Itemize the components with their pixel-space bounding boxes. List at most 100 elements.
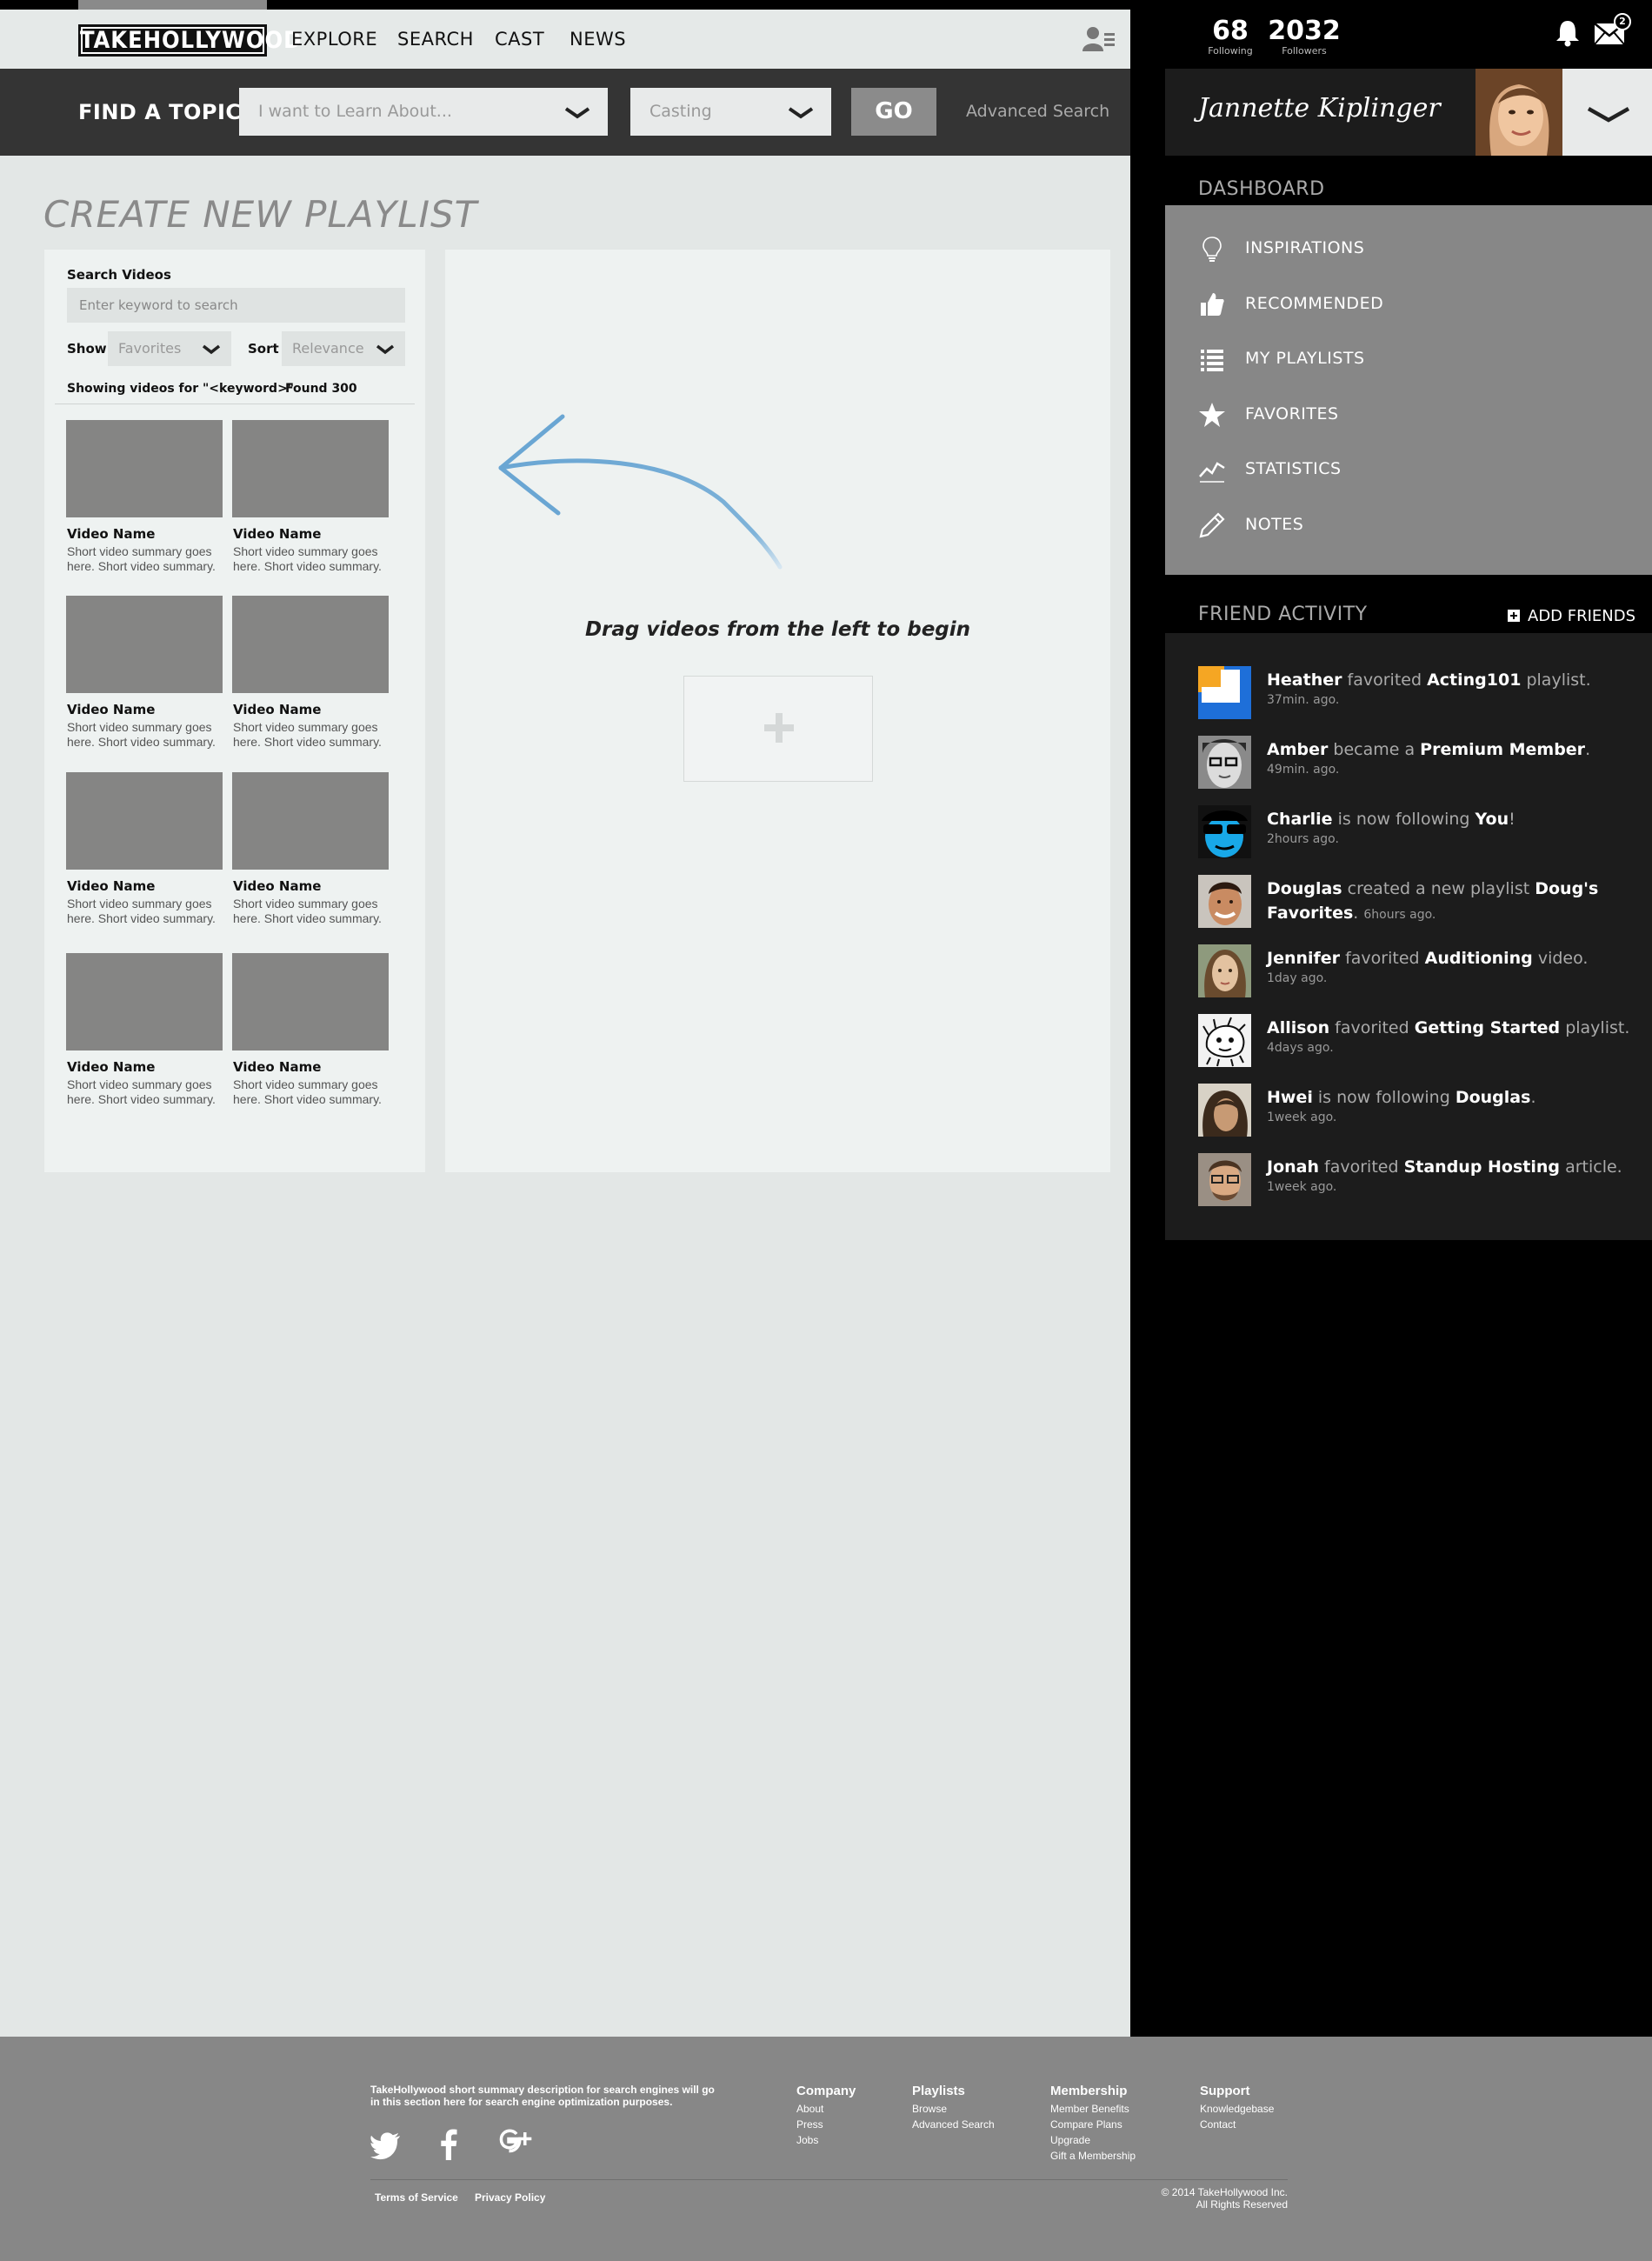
topic-dropdown-placeholder: I want to Learn About... xyxy=(258,102,452,121)
avatar[interactable] xyxy=(1475,69,1562,156)
dashboard-item-favorites[interactable]: FAVORITES xyxy=(1165,389,1652,439)
user-menu-toggle[interactable] xyxy=(1562,69,1652,156)
video-card[interactable]: Video Name Short video summary goes here… xyxy=(66,420,223,574)
activity-object[interactable]: Getting Started xyxy=(1415,1018,1560,1037)
activity-user[interactable]: Jennifer xyxy=(1267,949,1340,968)
activity-user[interactable]: Douglas xyxy=(1267,879,1342,898)
search-videos-label: Search Videos xyxy=(67,267,171,283)
avatar[interactable] xyxy=(1198,1084,1251,1137)
activity-user[interactable]: Heather xyxy=(1267,670,1342,690)
video-thumbnail[interactable] xyxy=(66,420,223,517)
add-video-drop-target[interactable] xyxy=(683,676,873,782)
video-thumbnail[interactable] xyxy=(66,596,223,693)
footer-link[interactable]: Upgrade xyxy=(1050,2132,1136,2148)
facebook-icon[interactable] xyxy=(439,2129,458,2160)
video-search-panel: Search Videos Show Favorites Sort Releva… xyxy=(44,250,425,1172)
activity-text: Allison favorited Getting Started playli… xyxy=(1267,1016,1632,1056)
dashboard-item-recommended[interactable]: RECOMMENDED xyxy=(1165,278,1652,329)
activity-user[interactable]: Allison xyxy=(1267,1018,1329,1037)
takehollywood-logo[interactable]: TAKEHOLLYWOOD xyxy=(78,24,301,57)
footer-link[interactable]: Compare Plans xyxy=(1050,2117,1136,2132)
user-name[interactable]: Jannette Kiplinger xyxy=(1198,93,1441,123)
privacy-policy-link[interactable]: Privacy Policy xyxy=(475,2191,545,2204)
activity-object[interactable]: You xyxy=(1475,810,1509,829)
video-card[interactable]: Video Name Short video summary goes here… xyxy=(232,772,389,926)
video-search-input[interactable] xyxy=(67,288,405,323)
footer-link[interactable]: Knowledgebase xyxy=(1200,2101,1274,2117)
user-profile-icon[interactable] xyxy=(1082,25,1116,51)
nav-explore[interactable]: EXPLORE xyxy=(291,29,377,50)
activity-user[interactable]: Jonah xyxy=(1267,1157,1319,1177)
video-thumbnail[interactable] xyxy=(232,596,389,693)
casting-dropdown[interactable]: Casting xyxy=(630,88,831,136)
sort-dropdown[interactable]: Relevance xyxy=(282,331,405,366)
activity-object[interactable]: Premium Member xyxy=(1420,740,1585,759)
video-thumbnail[interactable] xyxy=(66,953,223,1050)
topic-dropdown[interactable]: I want to Learn About... xyxy=(239,88,608,136)
video-thumbnail[interactable] xyxy=(232,953,389,1050)
nav-search[interactable]: SEARCH xyxy=(397,29,474,50)
footer-link[interactable]: Member Benefits xyxy=(1050,2101,1136,2117)
activity-object[interactable]: Auditioning xyxy=(1425,949,1533,968)
avatar[interactable] xyxy=(1198,666,1251,719)
results-count: Found 300 xyxy=(285,382,357,396)
video-card[interactable]: Video Name Short video summary goes here… xyxy=(66,596,223,750)
avatar[interactable] xyxy=(1198,1153,1251,1206)
video-thumbnail[interactable] xyxy=(232,772,389,870)
dashboard-item-inspirations[interactable]: INSPIRATIONS xyxy=(1165,223,1652,273)
avatar[interactable] xyxy=(1198,736,1251,789)
playlist-drop-zone[interactable]: Drag videos from the left to begin xyxy=(445,250,1110,1172)
avatar[interactable] xyxy=(1198,875,1251,928)
footer-link[interactable]: Contact xyxy=(1200,2117,1274,2132)
activity-tail: . xyxy=(1585,740,1591,759)
video-card[interactable]: Video Name Short video summary goes here… xyxy=(66,772,223,926)
footer-link[interactable]: Press xyxy=(796,2117,856,2132)
bell-icon[interactable] xyxy=(1555,19,1581,47)
activity-user[interactable]: Hwei xyxy=(1267,1088,1313,1107)
advanced-search-link[interactable]: Advanced Search xyxy=(966,102,1109,121)
video-card[interactable]: Video Name Short video summary goes here… xyxy=(232,420,389,574)
avatar[interactable] xyxy=(1198,944,1251,997)
page-title: CREATE NEW PLAYLIST xyxy=(43,193,478,236)
google-plus-icon[interactable] xyxy=(497,2129,532,2160)
avatar[interactable] xyxy=(1198,805,1251,858)
dashboard-item-my-playlists[interactable]: MY PLAYLISTS xyxy=(1165,333,1652,384)
terms-of-service-link[interactable]: Terms of Service xyxy=(375,2191,458,2204)
following-stat[interactable]: 68 Following xyxy=(1196,16,1265,57)
footer-link[interactable]: About xyxy=(796,2101,856,2117)
add-friends-button[interactable]: ADD FRIENDS xyxy=(1508,607,1635,625)
show-filter-dropdown[interactable]: Favorites xyxy=(108,331,231,366)
activity-user[interactable]: Amber xyxy=(1267,740,1328,759)
nav-cast[interactable]: CAST xyxy=(495,29,544,50)
activity-object[interactable]: Acting101 xyxy=(1427,670,1521,690)
go-button[interactable]: GO xyxy=(851,88,936,136)
activity-time: 1week ago. xyxy=(1267,1180,1337,1194)
video-card[interactable]: Video Name Short video summary goes here… xyxy=(232,953,389,1107)
video-card[interactable]: Video Name Short video summary goes here… xyxy=(232,596,389,750)
followers-stat[interactable]: 2032 Followers xyxy=(1265,16,1343,57)
footer-link[interactable]: Browse xyxy=(912,2101,995,2117)
find-topic-label: FIND A TOPIC xyxy=(78,100,242,124)
twitter-icon[interactable] xyxy=(370,2129,402,2160)
video-thumbnail[interactable] xyxy=(232,420,389,517)
video-card[interactable]: Video Name Short video summary goes here… xyxy=(66,953,223,1107)
chevron-down-icon xyxy=(564,107,590,119)
sort-label: Sort xyxy=(248,341,279,357)
nav-news[interactable]: NEWS xyxy=(570,29,626,50)
activity-object[interactable]: Standup Hosting xyxy=(1404,1157,1560,1177)
video-thumbnail[interactable] xyxy=(66,772,223,870)
activity-object[interactable]: Douglas xyxy=(1455,1088,1531,1107)
activity-tail: ! xyxy=(1509,810,1515,829)
video-name: Video Name xyxy=(233,1059,322,1075)
avatar[interactable] xyxy=(1198,1014,1251,1067)
footer-link[interactable]: Gift a Membership xyxy=(1050,2148,1136,2164)
activity-user[interactable]: Charlie xyxy=(1267,810,1333,829)
activity-tail: playlist. xyxy=(1521,670,1591,690)
footer-link[interactable]: Advanced Search xyxy=(912,2117,995,2132)
copyright-line: All Rights Reserved xyxy=(1196,2198,1288,2211)
dashboard-item-statistics[interactable]: STATISTICS xyxy=(1165,444,1652,494)
footer-link[interactable]: Jobs xyxy=(796,2132,856,2148)
copyright: © 2014 TakeHollywood Inc. All Rights Res… xyxy=(1113,2186,1288,2211)
dashboard-item-notes[interactable]: NOTES xyxy=(1165,499,1652,550)
video-summary: Short video summary goes here. Short vid… xyxy=(233,720,382,749)
